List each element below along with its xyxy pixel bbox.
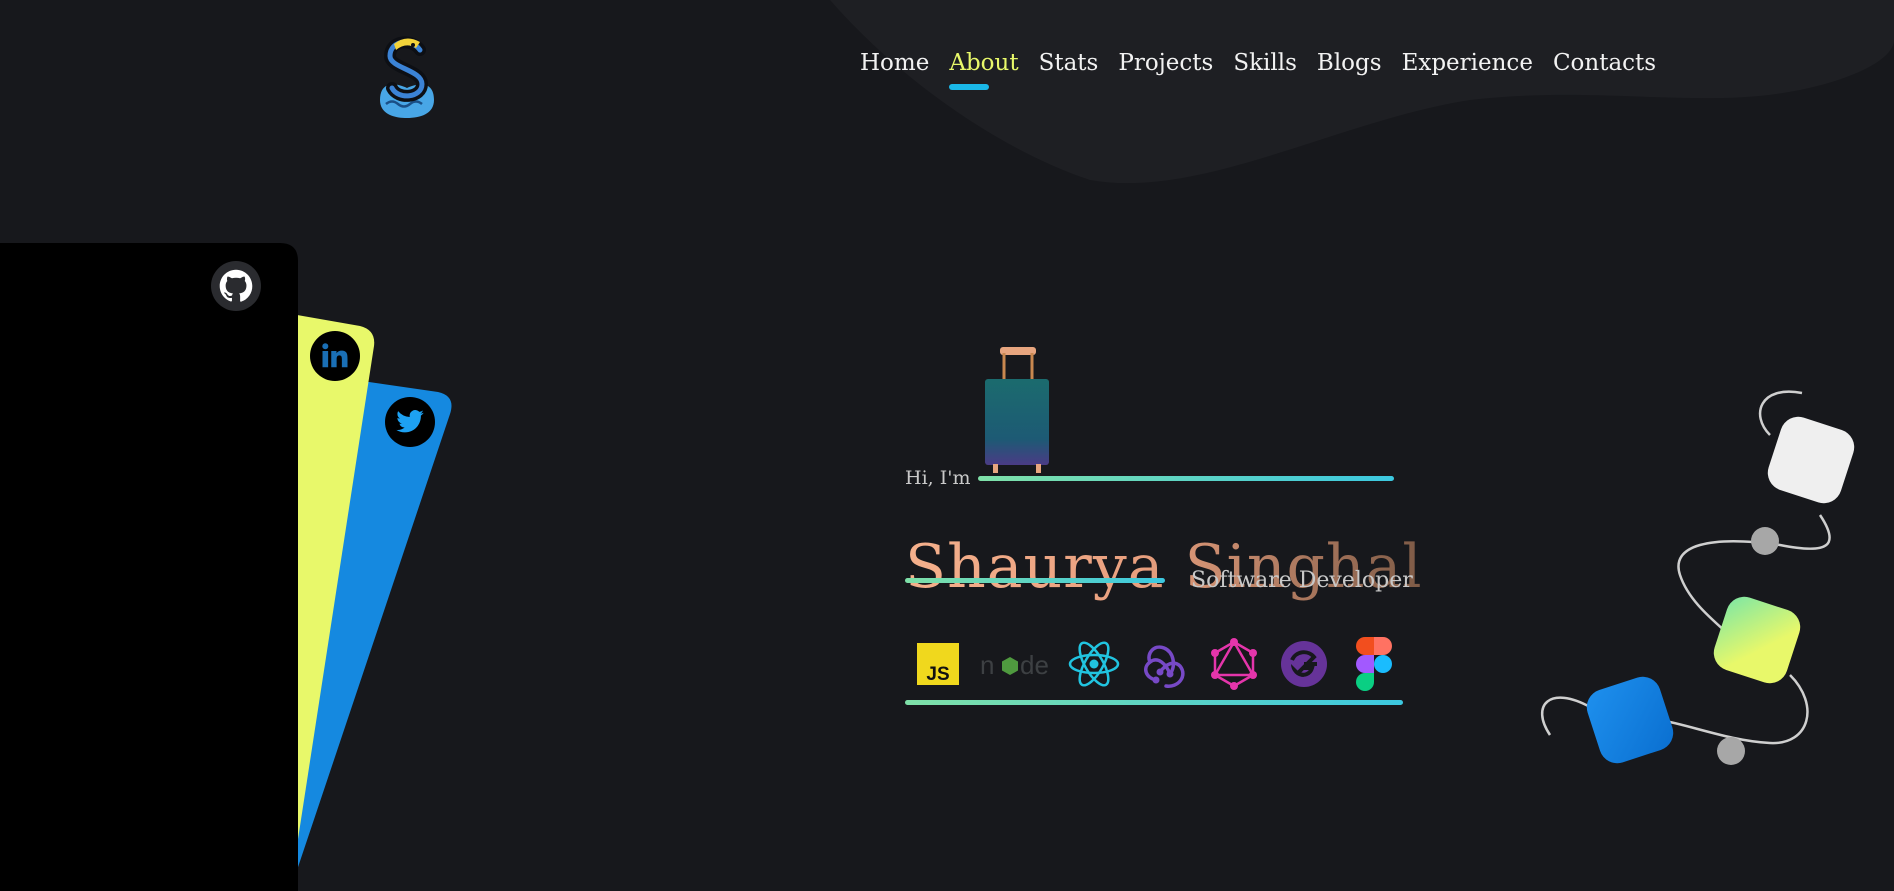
graphql-icon [1206,636,1262,692]
greeting-row: Hi, I'm [905,467,1395,489]
nav-about[interactable]: About [949,50,1019,90]
linkedin-icon [322,343,348,368]
page-root: Home About Stats Projects Skills Blogs E… [0,0,1894,891]
nav-about-label: About [949,50,1019,76]
github-card [0,243,298,891]
redux-icon [1136,636,1192,692]
decorative-shapes [1540,390,1855,765]
twitter-icon [396,410,424,433]
greeting-underline [978,475,1395,481]
gatsby-icon [1276,636,1332,692]
nav-projects[interactable]: Projects [1118,50,1213,76]
role-line [905,578,1165,583]
greeting-text: Hi, I'm [905,467,971,489]
social-cards [0,243,452,891]
twitter-link[interactable] [385,397,435,447]
nav-blogs[interactable]: Blogs [1317,50,1382,76]
nav-home[interactable]: Home [860,50,929,76]
react-icon [1066,636,1122,692]
nav-experience[interactable]: Experience [1402,50,1533,76]
javascript-icon: JS [910,636,966,692]
nav-contacts[interactable]: Contacts [1553,50,1656,76]
tech-stack-row: JS n de [910,636,1402,692]
github-link[interactable] [211,261,261,311]
nav-stats[interactable]: Stats [1039,50,1099,76]
figma-icon [1346,636,1402,692]
role-row: Software Developer [905,568,1413,593]
github-icon [219,269,253,302]
hero-role: Software Developer [1191,568,1413,593]
nav-skills[interactable]: Skills [1233,50,1297,76]
nav-active-indicator [949,84,990,90]
tech-underline [905,700,1403,705]
svg-text:JS: JS [926,664,949,685]
linkedin-link[interactable] [310,331,360,381]
suitcase-icon [985,347,1049,473]
svg-text:de: de [1020,650,1049,680]
main-nav: Home About Stats Projects Skills Blogs E… [860,50,1656,90]
svg-text:n: n [980,650,994,680]
nodejs-icon: n de [980,636,1052,692]
